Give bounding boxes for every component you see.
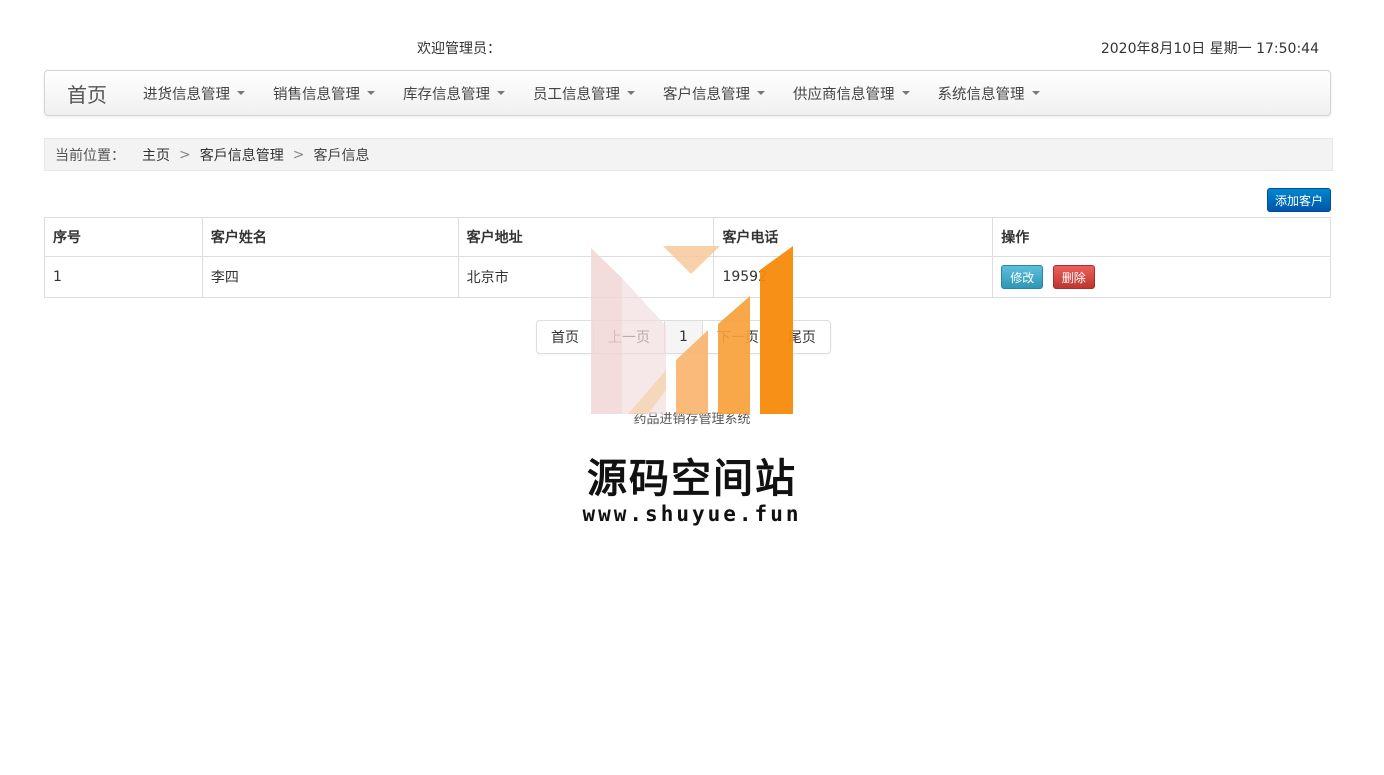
nav-item-label: 客户信息管理 [663,86,750,103]
top-bar: 欢迎管理员： 2020年8月10日 星期一 17:50:44 [44,36,1331,60]
caret-down-icon [237,91,245,95]
nav-item-label: 系统信息管理 [937,86,1025,103]
nav-item-sales[interactable]: 销售信息管理 [259,71,389,115]
nav-item-label: 库存信息管理 [403,86,490,103]
pagination: 首页 上一页 1 下一页 尾页 [536,320,831,354]
nav-brand-home[interactable]: 首页 [45,79,129,108]
column-header-address: 客户地址 [457,217,715,257]
cell-index: 1 [44,256,203,298]
nav-item-label: 销售信息管理 [273,86,360,103]
delete-button[interactable]: 删除 [1052,265,1095,289]
breadcrumb-separator: > [292,146,305,163]
pagination-last-link[interactable]: 尾页 [772,321,830,353]
add-customer-button[interactable]: 添加客户 [1267,188,1331,212]
nav-item-label: 员工信息管理 [533,86,620,103]
nav-item-supplier[interactable]: 供应商信息管理 [779,71,924,115]
watermark-url: www.shuyue.fun [582,502,802,526]
breadcrumb-separator: > [179,146,191,163]
table-header-row: 序号 客户姓名 客户地址 客户电话 操作 [44,217,1331,257]
customer-table: 序号 客户姓名 客户地址 客户电话 操作 1 李四 北京市 19592 修改 删… [44,217,1331,298]
cell-actions: 修改 删除 [992,256,1331,298]
breadcrumb-customer-mgmt-link[interactable]: 客戶信息管理 [200,145,284,165]
table-row: 1 李四 北京市 19592 修改 删除 [44,256,1331,298]
cell-phone: 19592 [713,256,994,298]
footer-text: 药品进销存管理系统 [633,412,751,427]
nav-item-system[interactable]: 系统信息管理 [924,71,1054,115]
nav-item-customer[interactable]: 客户信息管理 [649,71,779,115]
pagination-prev-link[interactable]: 上一页 [593,321,664,353]
nav-item-label: 供应商信息管理 [793,86,895,103]
nav-item-inventory[interactable]: 库存信息管理 [389,71,519,115]
breadcrumb-home-link[interactable]: 主页 [142,145,170,165]
caret-down-icon [757,91,765,95]
nav-item-label: 进货信息管理 [143,86,230,103]
column-header-phone: 客户电话 [713,217,994,257]
pagination-next-link[interactable]: 下一页 [701,321,773,353]
watermark-title: 源码空间站 [587,456,797,502]
cell-address: 北京市 [457,256,715,298]
caret-down-icon [901,91,910,95]
breadcrumb: 当前位置： 主页 > 客戶信息管理 > 客戶信息 [44,138,1333,171]
caret-down-icon [627,91,635,95]
column-header-actions: 操作 [992,217,1331,257]
caret-down-icon [497,91,505,95]
page: 欢迎管理员： 2020年8月10日 星期一 17:50:44 首页 进货信息管理… [0,0,1384,775]
pagination-current-page[interactable]: 1 [664,321,702,353]
pagination-first-link[interactable]: 首页 [537,321,593,353]
welcome-text: 欢迎管理员： [417,41,501,57]
datetime-text: 2020年8月10日 星期一 17:50:44 [1100,41,1319,57]
column-header-index: 序号 [44,217,203,257]
caret-down-icon [367,91,375,95]
breadcrumb-prefix: 当前位置： [55,147,125,164]
caret-down-icon [1031,91,1040,95]
edit-button[interactable]: 修改 [1001,265,1044,289]
cell-name: 李四 [201,256,459,298]
column-header-name: 客户姓名 [201,217,459,257]
nav-item-purchase[interactable]: 进货信息管理 [129,71,259,115]
breadcrumb-current: 客戶信息 [313,147,370,164]
nav-item-employee[interactable]: 员工信息管理 [519,71,649,115]
main-navbar: 首页 进货信息管理 销售信息管理 库存信息管理 员工信息管理 客户信息管理 供应… [44,70,1331,116]
